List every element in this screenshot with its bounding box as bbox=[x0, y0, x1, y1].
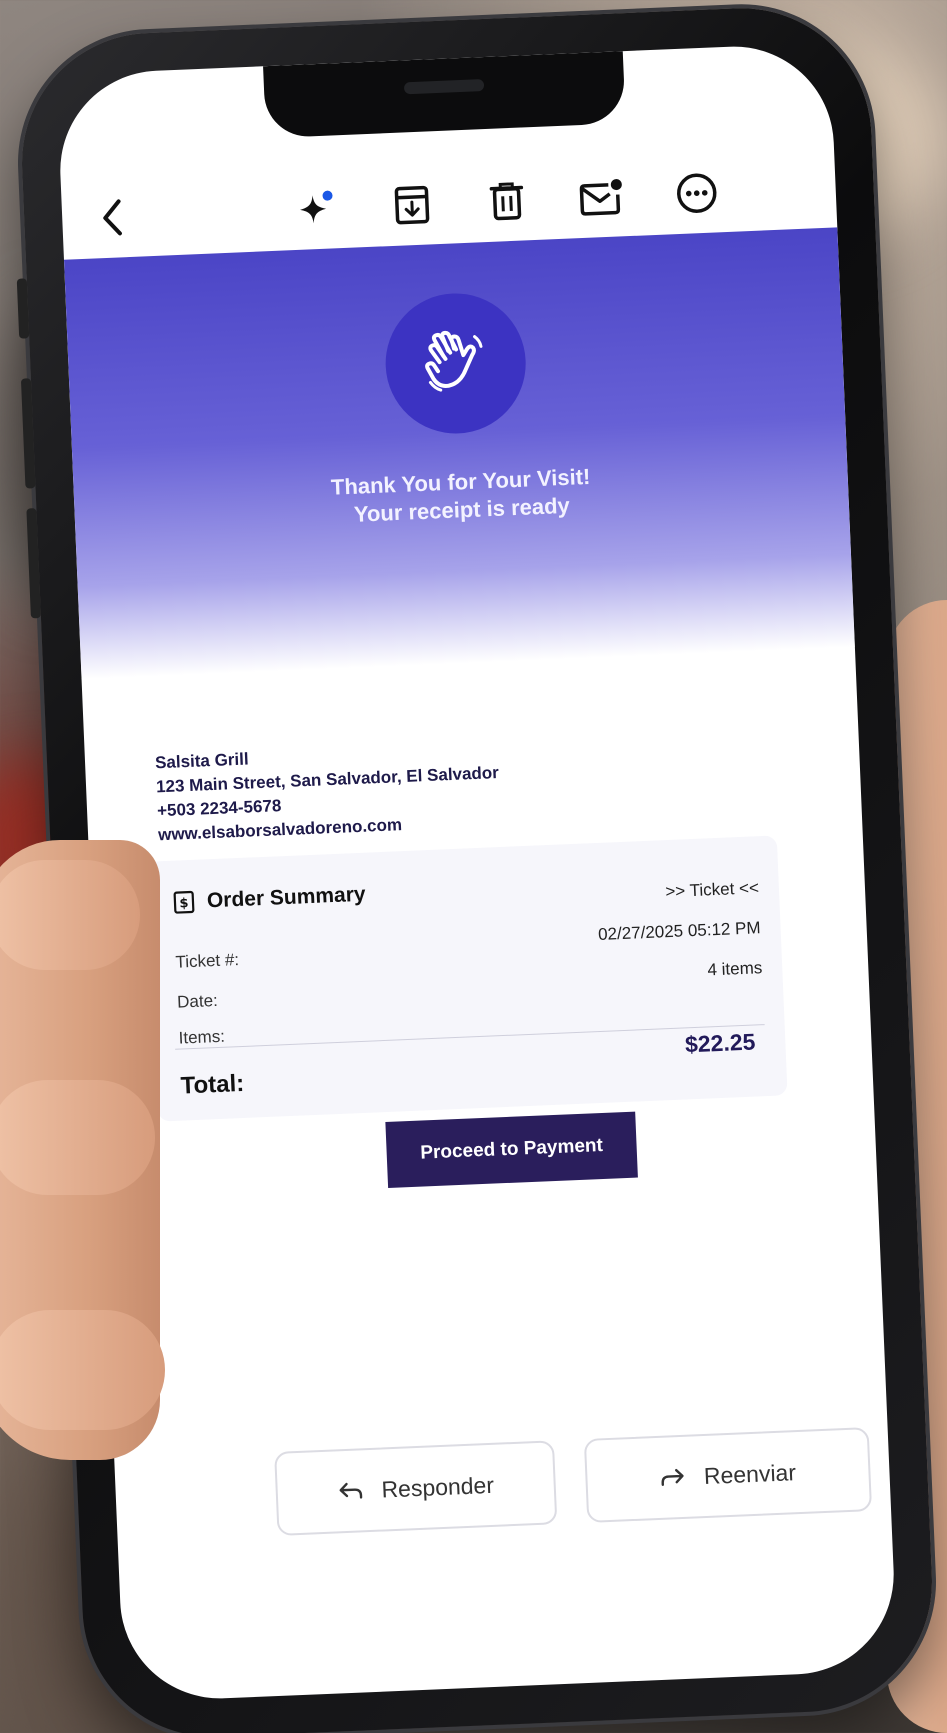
svg-text:$: $ bbox=[179, 896, 189, 911]
hero-title: Thank You for Your Visit! Your receipt i… bbox=[73, 452, 849, 540]
receipt-hero-banner: Thank You for Your Visit! Your receipt i… bbox=[63, 227, 855, 680]
delete-button[interactable] bbox=[476, 170, 538, 232]
order-summary-title: Order Summary bbox=[206, 882, 367, 913]
left-finger bbox=[0, 1080, 155, 1195]
proceed-to-payment-button[interactable]: Proceed to Payment bbox=[385, 1111, 638, 1188]
phone-screen: Thank You for Your Visit! Your receipt i… bbox=[56, 42, 898, 1703]
sparkle-icon bbox=[294, 186, 340, 232]
mark-unread-button[interactable] bbox=[571, 166, 633, 228]
waving-hand-icon bbox=[416, 324, 495, 403]
dollar-receipt-icon: $ bbox=[172, 890, 195, 915]
reply-label: Responder bbox=[380, 1471, 495, 1503]
more-icon bbox=[675, 171, 719, 215]
trash-icon bbox=[487, 179, 527, 223]
forward-button[interactable]: Reenviar bbox=[583, 1427, 873, 1523]
forward-label: Reenviar bbox=[703, 1458, 797, 1489]
hero-icon-circle bbox=[382, 290, 529, 437]
side-button bbox=[26, 508, 41, 619]
mark-unread-icon bbox=[578, 176, 626, 218]
back-button[interactable] bbox=[81, 186, 143, 248]
side-button bbox=[16, 278, 30, 339]
forward-arrow-icon bbox=[660, 1467, 687, 1488]
ticket-label: Ticket #: bbox=[175, 950, 240, 972]
order-summary-card: $ Order Summary >> Ticket << Ticket #: 0… bbox=[147, 835, 788, 1122]
ai-summary-button[interactable] bbox=[286, 178, 348, 240]
chevron-left-icon bbox=[96, 197, 128, 238]
summary-divider bbox=[175, 1024, 765, 1050]
notch bbox=[263, 51, 626, 139]
order-summary-header: $ Order Summary bbox=[172, 883, 366, 915]
reply-button[interactable]: Responder bbox=[274, 1440, 558, 1536]
reply-arrow-icon bbox=[337, 1480, 364, 1501]
date-value: 02/27/2025 05:12 PM bbox=[597, 918, 761, 944]
ticket-value: >> Ticket << bbox=[665, 878, 760, 902]
items-label: Items: bbox=[178, 1026, 226, 1048]
archive-button[interactable] bbox=[381, 174, 443, 236]
total-value: $22.25 bbox=[684, 1028, 756, 1058]
total-label: Total: bbox=[180, 1069, 245, 1100]
business-info: Salsita Grill 123 Main Street, San Salva… bbox=[155, 737, 502, 847]
more-options-button[interactable] bbox=[666, 162, 728, 224]
date-label: Date: bbox=[176, 990, 219, 1012]
items-value: 4 items bbox=[707, 958, 763, 980]
left-finger bbox=[0, 1310, 165, 1430]
archive-icon bbox=[391, 183, 433, 227]
left-finger bbox=[0, 860, 140, 970]
speaker bbox=[403, 79, 485, 95]
